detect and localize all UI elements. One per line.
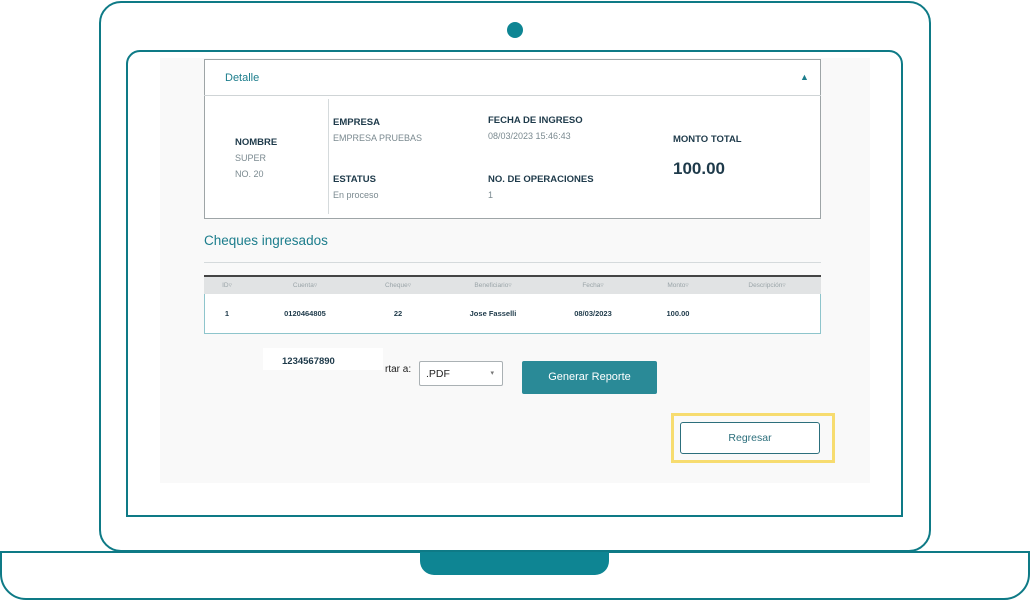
overlay-number: 1234567890	[282, 356, 335, 367]
collapse-icon[interactable]: ▲	[800, 72, 809, 82]
laptop-notch	[420, 552, 609, 575]
section-divider	[204, 262, 821, 263]
camera-dot	[507, 22, 523, 38]
monto-total-label: MONTO TOTAL	[673, 134, 742, 145]
col-beneficiario[interactable]: Beneficiario▿	[460, 281, 526, 289]
detail-header[interactable]	[204, 59, 821, 96]
col-cheque[interactable]: Cheque▿	[370, 281, 426, 289]
nombre-line1: SUPER	[235, 153, 267, 163]
col-monto[interactable]: Monto▿	[655, 281, 701, 289]
export-label: rtar a:	[385, 364, 412, 375]
empresa-value: EMPRESA PRUEBAS	[333, 133, 423, 143]
back-button[interactable]: Regresar	[680, 422, 820, 454]
col-descripcion[interactable]: Descripción▿	[735, 281, 799, 289]
nombre-label: NOMBRE	[235, 137, 278, 148]
monto-total-value: 100.00	[673, 159, 725, 178]
cell-cheque: 22	[393, 309, 403, 318]
cell-id: 1	[224, 309, 230, 318]
detail-title: Detalle	[225, 72, 260, 84]
operaciones-label: NO. DE OPERACIONES	[488, 174, 594, 185]
empresa-label: EMPRESA	[333, 117, 380, 128]
fecha-label: FECHA DE INGRESO	[488, 115, 583, 126]
estatus-value: En proceso	[333, 190, 379, 200]
detail-divider	[328, 99, 329, 214]
cheques-title: Cheques ingresados	[204, 233, 328, 248]
nombre-line2: NO. 20	[235, 169, 264, 179]
cell-cuenta: 0120464805	[284, 309, 326, 318]
estatus-label: ESTATUS	[333, 174, 376, 185]
col-id[interactable]: ID▿	[215, 281, 239, 289]
format-select-value: .PDF	[426, 368, 450, 380]
cell-fecha: 08/03/2023	[574, 309, 612, 318]
generate-report-button[interactable]: Generar Reporte	[522, 361, 657, 394]
cell-beneficiario: Jose Fasselli	[469, 309, 517, 318]
format-select[interactable]: .PDF ▾	[419, 361, 503, 386]
chevron-down-icon: ▾	[490, 370, 494, 377]
col-cuenta[interactable]: Cuenta▿	[275, 281, 335, 289]
cell-monto: 100.00	[666, 309, 690, 318]
fecha-value: 08/03/2023 15:46:43	[488, 131, 571, 141]
operaciones-value: 1	[488, 190, 494, 200]
col-fecha[interactable]: Fecha▿	[565, 281, 621, 289]
